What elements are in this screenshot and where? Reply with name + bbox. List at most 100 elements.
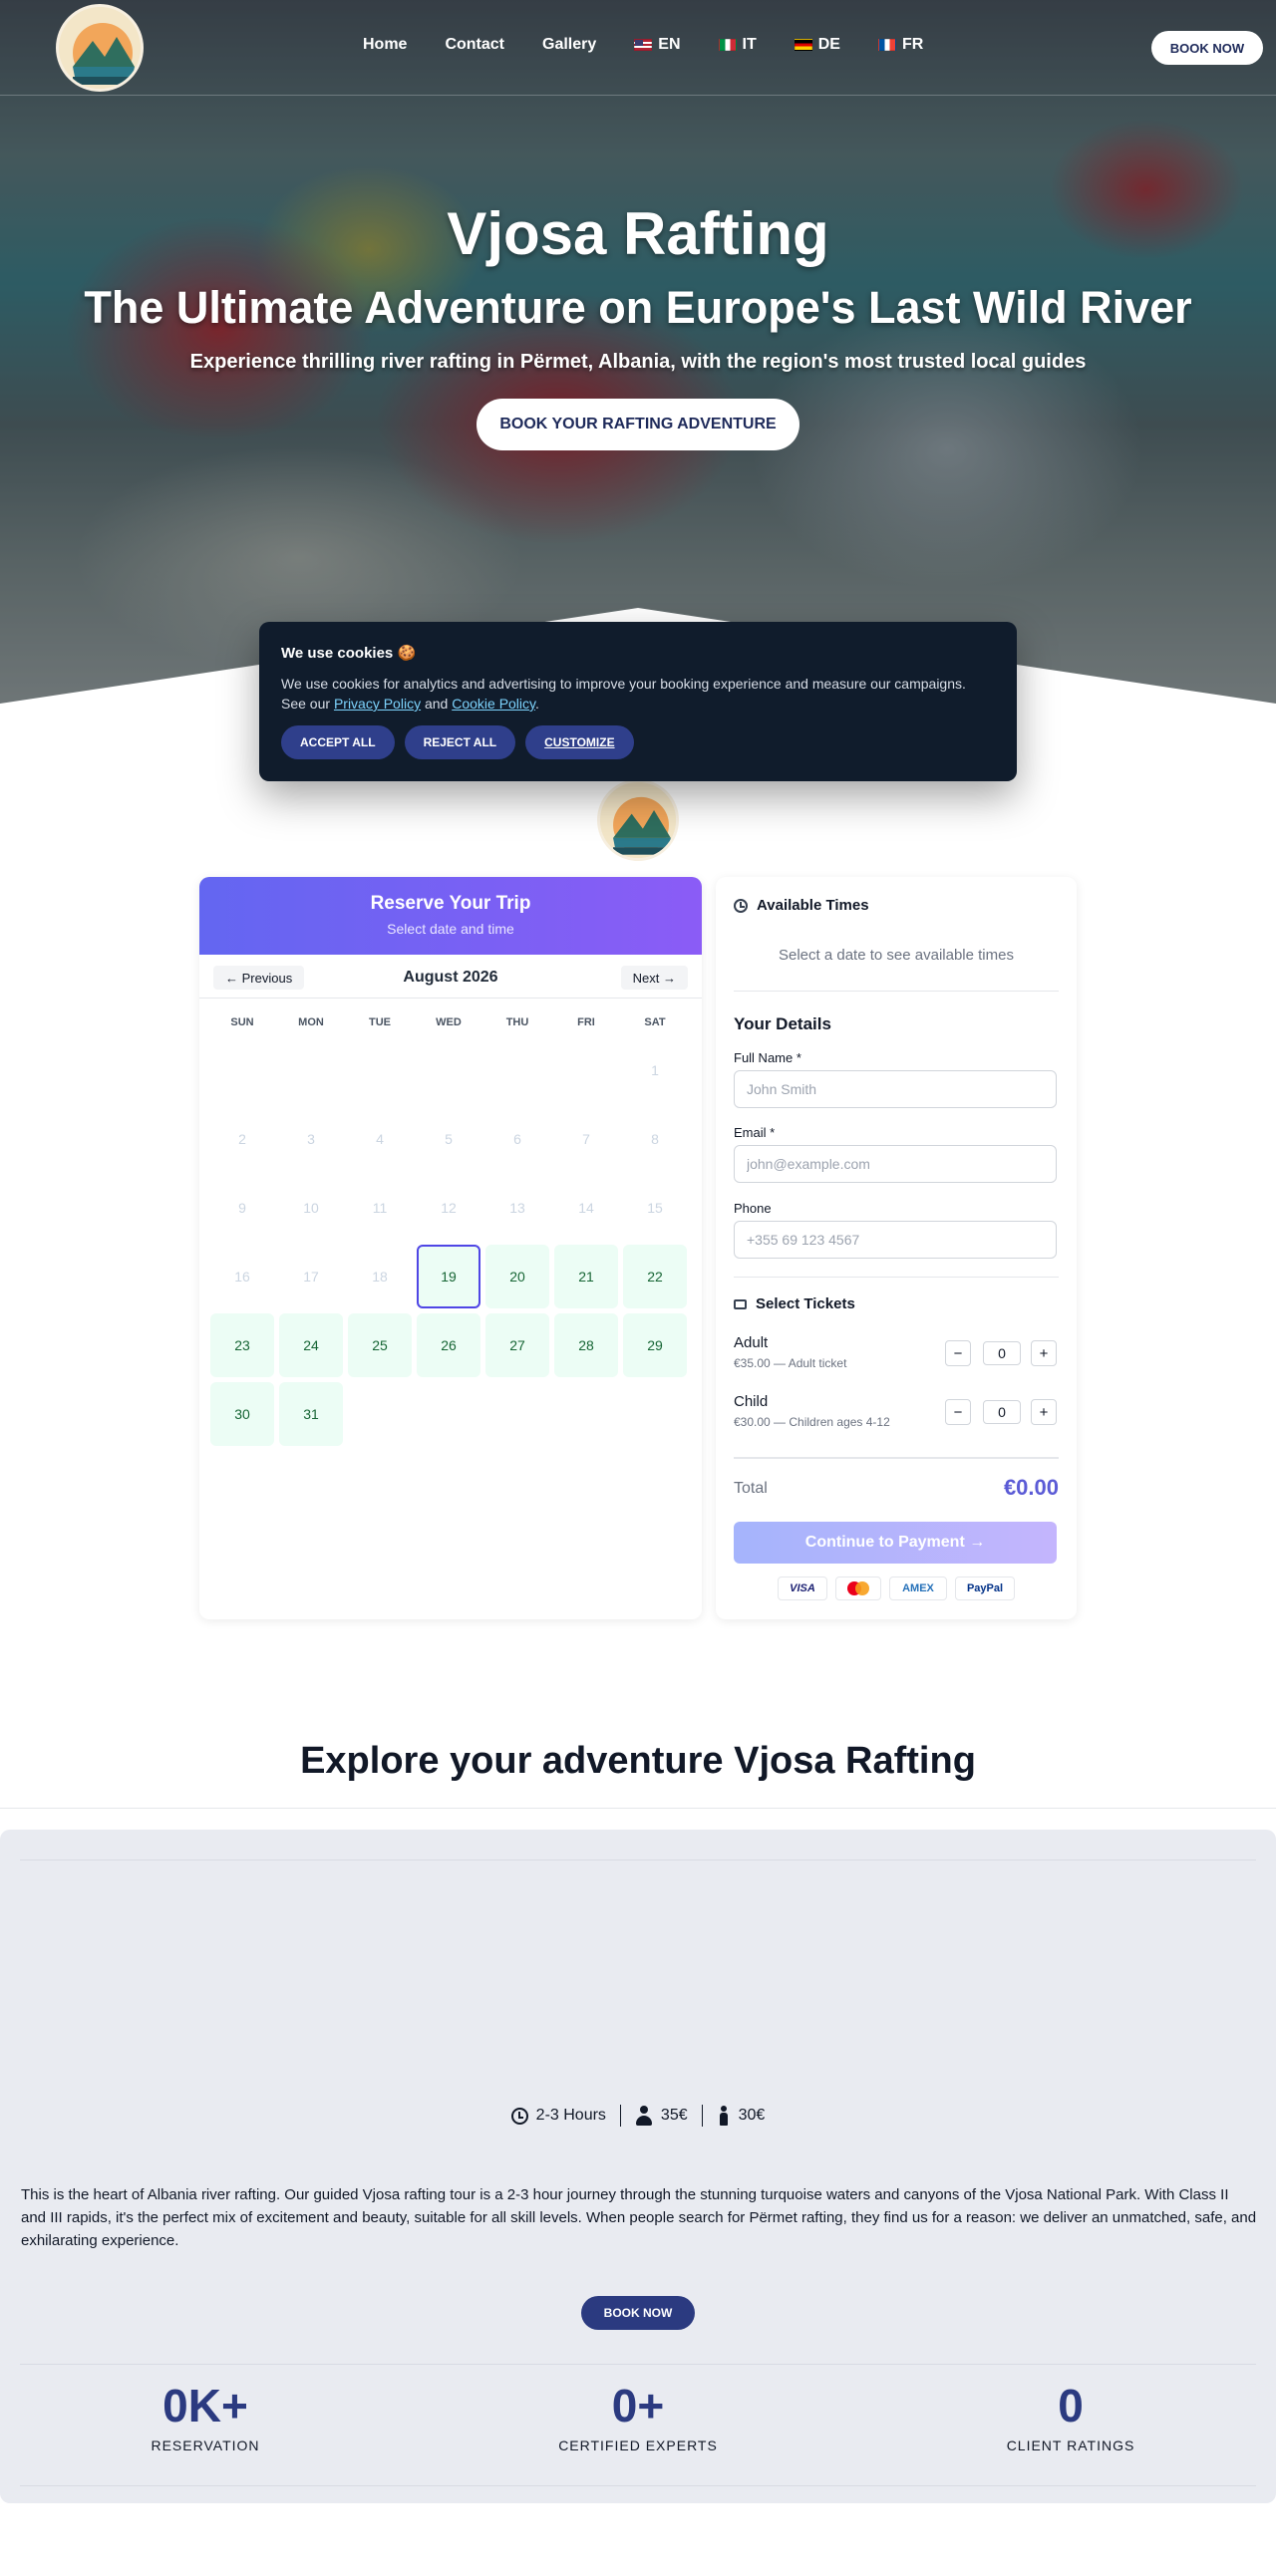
cookie-text: We use cookies for analytics and adverti… bbox=[281, 674, 979, 714]
calendar-day-disabled: 8 bbox=[651, 1131, 659, 1147]
cookie-text-and: and bbox=[421, 696, 453, 712]
child-ticket-name: Child bbox=[734, 1393, 769, 1410]
weekday-label: SAT bbox=[644, 1016, 666, 1028]
logo-mountain-icon bbox=[59, 7, 141, 89]
visa-icon: VISA bbox=[778, 1576, 827, 1600]
reject-all-button[interactable]: REJECT ALL bbox=[404, 725, 516, 759]
calendar-day-disabled: 10 bbox=[303, 1200, 319, 1216]
child-increment-button[interactable]: + bbox=[1031, 1399, 1057, 1425]
adult-price-info: 35€ bbox=[621, 2106, 702, 2126]
calendar-day-disabled: 6 bbox=[513, 1131, 521, 1147]
child-decrement-button[interactable]: − bbox=[945, 1399, 971, 1425]
calendar-day-available[interactable]: 21 bbox=[554, 1245, 618, 1308]
adult-decrement-button[interactable]: − bbox=[945, 1340, 971, 1366]
lang-it-label: IT bbox=[742, 36, 757, 53]
continue-to-payment-button[interactable]: Continue to Payment → bbox=[734, 1522, 1057, 1564]
stat-label: CERTIFIED EXPERTS bbox=[558, 2437, 718, 2453]
weekday-label: FRI bbox=[577, 1016, 595, 1028]
calendar-subtitle: Select date and time bbox=[387, 921, 514, 937]
duration-info: 2-3 Hours bbox=[497, 2107, 620, 2125]
total-value: €0.00 bbox=[1003, 1475, 1059, 1500]
calendar-day-available[interactable]: 20 bbox=[485, 1245, 549, 1308]
calendar-day-available[interactable]: 22 bbox=[623, 1245, 687, 1308]
calendar-day-available[interactable]: 27 bbox=[485, 1313, 549, 1377]
available-times-message: Select a date to see available times bbox=[779, 947, 1014, 964]
tour-info-row: 2-3 Hours 35€ 30€ bbox=[0, 2105, 1276, 2127]
calendar-header: Reserve Your Trip Select date and time bbox=[199, 877, 702, 955]
calendar-day-disabled: 9 bbox=[238, 1200, 246, 1216]
calendar-day-disabled: 3 bbox=[307, 1131, 315, 1147]
calendar-nav: ← Previous August 2026 Next → bbox=[199, 955, 702, 999]
calendar-day-available[interactable]: 30 bbox=[210, 1382, 274, 1446]
calendar-empty-cell bbox=[348, 1038, 412, 1102]
calendar-day-available[interactable]: 29 bbox=[623, 1313, 687, 1377]
clock-icon bbox=[734, 898, 748, 913]
fr-flag-icon bbox=[877, 39, 896, 51]
select-tickets-title: Select Tickets bbox=[756, 1295, 855, 1312]
explore-description: This is the heart of Albania river rafti… bbox=[21, 2186, 1257, 2249]
lang-it[interactable]: IT bbox=[718, 36, 757, 54]
calendar-day-available[interactable]: 25 bbox=[348, 1313, 412, 1377]
nav-book-now-button[interactable]: BOOK NOW bbox=[1151, 31, 1263, 65]
nav-contact[interactable]: Contact bbox=[445, 36, 504, 54]
explore-title: Explore your adventure Vjosa Rafting bbox=[300, 1740, 976, 1782]
calendar-day-disabled: 12 bbox=[441, 1200, 457, 1216]
ticket-icon bbox=[734, 1298, 747, 1309]
it-flag-icon bbox=[718, 39, 737, 51]
calendar-day-disabled: 15 bbox=[647, 1200, 663, 1216]
calendar-day-available[interactable]: 26 bbox=[417, 1313, 480, 1377]
divider bbox=[20, 2364, 1256, 2365]
calendar-day-available[interactable]: 28 bbox=[554, 1313, 618, 1377]
mastercard-icon bbox=[835, 1576, 881, 1600]
calendar-empty-cell bbox=[417, 1038, 480, 1102]
lang-de[interactable]: DE bbox=[794, 36, 840, 54]
nav-home[interactable]: Home bbox=[363, 36, 407, 54]
hero-description: Experience thrilling river rafting in Pë… bbox=[189, 351, 1087, 373]
lang-fr[interactable]: FR bbox=[877, 36, 923, 54]
stat-certified-experts: 0+ CERTIFIED EXPERTS bbox=[488, 2380, 788, 2453]
full-name-input[interactable] bbox=[734, 1070, 1057, 1108]
calendar-day-disabled: 16 bbox=[234, 1269, 250, 1285]
accept-all-button[interactable]: ACCEPT ALL bbox=[281, 725, 395, 759]
calendar-empty-cell bbox=[485, 1038, 549, 1102]
explore-book-now-button[interactable]: BOOK NOW bbox=[581, 2296, 695, 2330]
weekday-label: MON bbox=[298, 1016, 324, 1028]
cookie-banner: We use cookies 🍪 We use cookies for anal… bbox=[259, 622, 1017, 781]
nav-gallery[interactable]: Gallery bbox=[542, 36, 596, 54]
reservation-calendar: Reserve Your Trip Select date and time ←… bbox=[199, 877, 702, 1619]
hero-subtitle: The Ultimate Adventure on Europe's Last … bbox=[84, 282, 1192, 333]
paypal-icon: PayPal bbox=[955, 1576, 1015, 1600]
stat-label: RESERVATION bbox=[151, 2437, 260, 2453]
calendar-day-available[interactable]: 31 bbox=[279, 1382, 343, 1446]
divider bbox=[734, 991, 1059, 992]
calendar-day-disabled: 18 bbox=[372, 1269, 388, 1285]
weekday-header: SUN MON TUE WED THU FRI SAT bbox=[199, 999, 702, 1028]
weekday-label: THU bbox=[505, 1016, 529, 1028]
calendar-day-available[interactable]: 23 bbox=[210, 1313, 274, 1377]
next-month-button[interactable]: Next → bbox=[620, 966, 688, 990]
adult-person-icon bbox=[635, 2106, 653, 2126]
lang-en[interactable]: EN bbox=[634, 36, 681, 54]
adult-quantity[interactable]: 0 bbox=[983, 1341, 1021, 1365]
cookie-policy-link[interactable]: Cookie Policy bbox=[452, 696, 535, 712]
site-logo[interactable] bbox=[56, 4, 144, 92]
calendar-empty-cell bbox=[210, 1038, 274, 1102]
calendar-day-selected[interactable]: 19 bbox=[417, 1245, 480, 1308]
email-input[interactable] bbox=[734, 1145, 1057, 1183]
payment-methods: VISA AMEX PayPal bbox=[778, 1576, 1015, 1600]
lang-en-label: EN bbox=[658, 36, 681, 53]
phone-input[interactable] bbox=[734, 1221, 1057, 1259]
calendar-empty-cell bbox=[554, 1038, 618, 1102]
calendar-day-available[interactable]: 24 bbox=[279, 1313, 343, 1377]
calendar-empty-cell bbox=[279, 1038, 343, 1102]
divider bbox=[734, 1277, 1059, 1278]
lang-de-label: DE bbox=[817, 36, 840, 53]
phone-label: Phone bbox=[734, 1201, 772, 1216]
child-quantity[interactable]: 0 bbox=[983, 1400, 1021, 1424]
child-ticket-desc: €30.00 — Children ages 4-12 bbox=[734, 1415, 890, 1429]
hero-book-button[interactable]: BOOK YOUR RAFTING ADVENTURE bbox=[477, 399, 799, 450]
customize-button[interactable]: CUSTOMIZE bbox=[525, 725, 634, 759]
adult-ticket-desc: €35.00 — Adult ticket bbox=[734, 1356, 847, 1370]
privacy-policy-link[interactable]: Privacy Policy bbox=[334, 696, 421, 712]
adult-increment-button[interactable]: + bbox=[1031, 1340, 1057, 1366]
